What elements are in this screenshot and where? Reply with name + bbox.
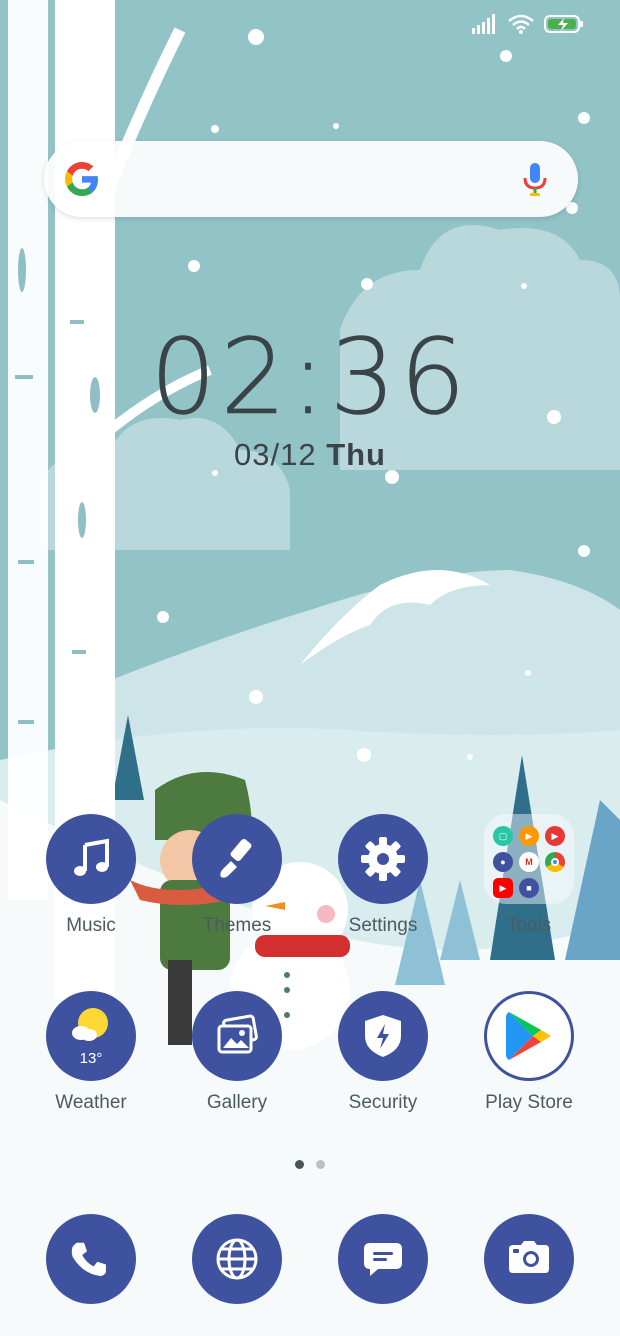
date-text: 03/12 [233,437,317,472]
youtube-icon: ▶ [493,878,513,898]
phone-icon [46,1214,136,1304]
messages-icon [338,1214,428,1304]
gmail-icon: M [519,852,539,872]
app-play-store[interactable]: Play Store [469,991,589,1114]
play-games-icon: ▶ [519,826,539,846]
weather-temp: 13° [79,1050,103,1067]
shield-bolt-icon [338,991,428,1081]
app-label: Security [348,1092,418,1113]
battery-charging-icon [544,15,583,33]
app-label: Tools [506,915,552,936]
signal-icon [472,14,495,34]
gear-icon [338,814,428,904]
clock-date[interactable]: 03/12 Thu [0,437,620,473]
folder-icon: ▢ ▶ ▶ ● M ▶ ■ [484,814,574,904]
app-music[interactable]: Music [31,814,151,937]
play-movies-icon: ▶ [545,826,565,846]
duo-icon: ■ [519,878,539,898]
wifi-icon [508,14,534,34]
scanner-icon: ▢ [493,826,513,846]
mic-icon[interactable] [522,161,548,197]
dock-browser[interactable] [177,1214,297,1304]
app-label: Play Store [485,1092,573,1113]
music-note-icon [46,814,136,904]
chrome-icon [545,852,565,872]
page-indicator[interactable] [0,1160,620,1169]
day-text: Thu [326,437,386,472]
app-label: Themes [202,915,272,936]
app-gallery[interactable]: Gallery [177,991,297,1114]
app-label: Music [66,915,116,936]
app-settings[interactable]: Settings [323,814,443,937]
app-label: Weather [55,1092,127,1113]
dock-camera[interactable] [469,1214,589,1304]
app-themes[interactable]: Themes [177,814,297,937]
dock-phone[interactable] [31,1214,151,1304]
google-g-icon [65,162,98,196]
photos-icon [192,991,282,1081]
play-store-icon [484,991,574,1081]
page-dot-2[interactable] [316,1160,325,1169]
page-dot-1[interactable] [295,1160,304,1169]
contacts-icon: ● [493,852,513,872]
weather-sun-cloud-icon: 13° [46,991,136,1081]
status-bar [472,14,584,34]
app-security[interactable]: Security [323,991,443,1114]
camera-icon [484,1214,574,1304]
app-label: Gallery [206,1092,268,1113]
clock-time[interactable]: 02:36 [0,316,620,439]
browser-globe-icon [192,1214,282,1304]
app-label: Settings [348,915,418,936]
dock-messages[interactable] [323,1214,443,1304]
app-weather[interactable]: 13° Weather [31,991,151,1114]
folder-tools[interactable]: ▢ ▶ ▶ ● M ▶ ■ Tools [469,814,589,937]
paintbrush-icon [192,814,282,904]
google-search-bar[interactable] [44,141,578,217]
